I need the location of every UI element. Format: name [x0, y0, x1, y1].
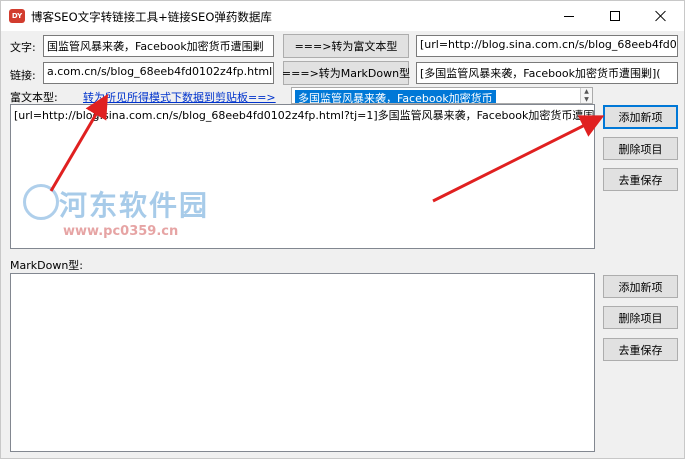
markdown-output-field[interactable]: [多国监管风暴来袭，Facebook加密货币遭围剿]( [416, 62, 678, 84]
markdown-delete-button[interactable]: 删除项目 [603, 306, 678, 329]
close-button[interactable] [638, 1, 684, 31]
list-item[interactable]: [url=http://blog.sina.com.cn/s/blog_68ee… [11, 105, 594, 125]
rich-output-field[interactable]: [url=http://blog.sina.com.cn/s/blog_68ee… [416, 35, 678, 57]
convert-markdown-button[interactable]: ===>转为MarkDown型 [282, 61, 410, 85]
watermark: 河东软件园 www.pc0359.cn [59, 184, 209, 239]
rich-text-label: 富文本型: [10, 91, 58, 104]
rich-preview-text: 多国监管风暴来袭，Facebook加密货币 [295, 90, 496, 103]
link-input[interactable]: a.com.cn/s/blog_68eeb4fd0102z4fp.html?tj… [43, 62, 274, 84]
window-title: 博客SEO文字转链接工具+链接SEO弹药数据库 [31, 10, 272, 24]
minimize-button[interactable] [546, 1, 592, 31]
title-bar[interactable]: DY 博客SEO文字转链接工具+链接SEO弹药数据库 [1, 1, 684, 31]
preview-scroll-icon[interactable]: ▲ ▼ [580, 88, 592, 103]
maximize-button[interactable] [592, 1, 638, 31]
maximize-icon [610, 11, 620, 21]
watermark-logo-icon [23, 184, 59, 220]
main-window: DY 博客SEO文字转链接工具+链接SEO弹药数据库 文字: 国监管风暴来袭，F… [0, 0, 685, 459]
markdown-list[interactable] [10, 273, 595, 452]
convert-rich-button[interactable]: ===>转为富文本型 [283, 34, 409, 58]
text-label: 文字: [10, 41, 36, 54]
close-icon [655, 10, 667, 22]
markdown-add-button[interactable]: 添加新项 [603, 275, 678, 298]
link-label: 链接: [10, 69, 36, 82]
markdown-dedupe-save-button[interactable]: 去重保存 [603, 338, 678, 361]
markdown-label: MarkDown型: [10, 259, 83, 272]
app-icon: DY [9, 9, 25, 23]
watermark-url: www.pc0359.cn [63, 224, 179, 239]
minimize-icon [564, 15, 574, 17]
rich-dedupe-save-button[interactable]: 去重保存 [603, 168, 678, 191]
rich-add-button[interactable]: 添加新项 [603, 105, 678, 129]
watermark-text: 河东软件园 [59, 189, 210, 222]
rich-preview-box[interactable]: 多国监管风暴来袭，Facebook加密货币 ▲ ▼ [291, 87, 593, 104]
copy-to-clipboard-link[interactable]: 转为所见所得模式下数据到剪贴板==> [83, 89, 276, 105]
text-input[interactable]: 国监管风暴来袭，Facebook加密货币遭围剿 [43, 35, 274, 57]
rich-delete-button[interactable]: 删除项目 [603, 137, 678, 160]
